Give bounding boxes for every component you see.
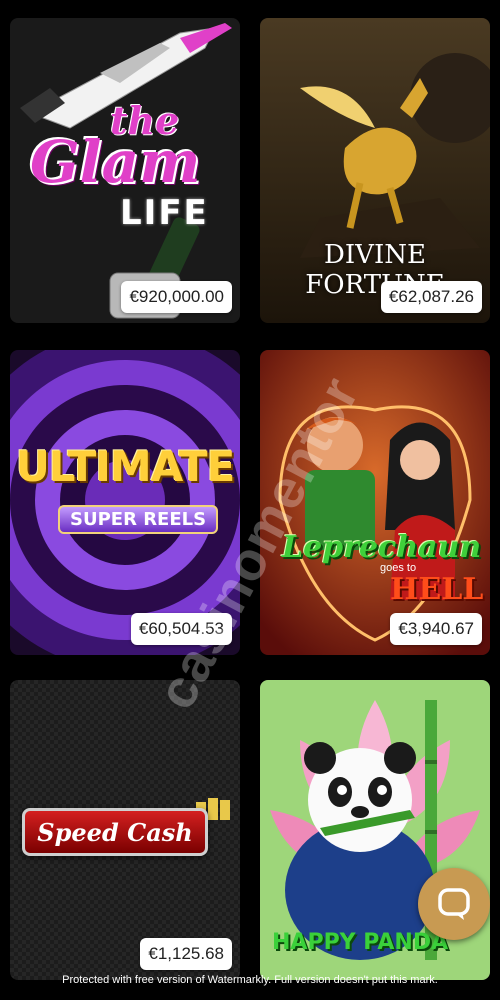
game-tile-glam-life[interactable]: the Glam LIFE €920,000.00 bbox=[10, 18, 240, 323]
game-tile-divine-fortune[interactable]: DIVINE FORTUNE €62,087.26 bbox=[260, 18, 490, 323]
game-tile-speed-cash[interactable]: Speed Cash €1,125.68 bbox=[10, 680, 240, 980]
happy-panda-title: HAPPY PANDA bbox=[272, 930, 449, 955]
jackpot-badge: €1,125.68 bbox=[140, 938, 232, 970]
jackpot-badge: €3,940.67 bbox=[390, 613, 482, 645]
chat-button[interactable] bbox=[418, 868, 490, 940]
ultimate-title: ULTIMATE bbox=[15, 442, 236, 491]
speed-cash-title: Speed Cash bbox=[22, 808, 208, 856]
super-reels-subtitle: SUPER REELS bbox=[58, 505, 219, 534]
chat-bubble-icon bbox=[438, 888, 470, 920]
jackpot-badge: €920,000.00 bbox=[121, 281, 232, 313]
footer-notice: Protected with free version of Watermark… bbox=[62, 974, 438, 986]
glam-title-main: Glam bbox=[30, 128, 201, 196]
glam-title-life: LIFE bbox=[120, 193, 209, 233]
leprechaun-title: Leprechaun bbox=[282, 530, 482, 565]
jackpot-badge: €62,087.26 bbox=[380, 281, 482, 313]
leprechaun-title-hell: HELL bbox=[390, 572, 484, 607]
